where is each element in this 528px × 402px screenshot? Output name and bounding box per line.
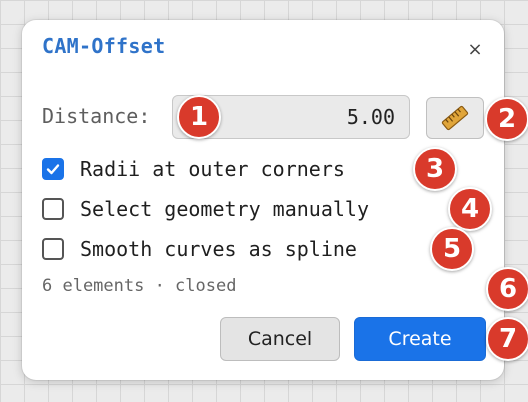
annotation-marker-2: 2 [485,97,528,141]
annotation-marker-7: 7 [486,317,528,361]
annotation-marker-1: 1 [177,95,221,139]
checkbox-unchecked[interactable] [42,198,64,220]
annotation-marker-4: 4 [448,187,492,231]
option-select-geometry-manually[interactable]: Select geometry manually [42,197,369,221]
dialog-title: CAM-Offset [42,34,166,58]
option-label: Select geometry manually [80,197,369,221]
close-icon[interactable]: × [462,36,488,62]
option-label: Radii at outer corners [80,157,345,181]
option-label: Smooth curves as spline [80,237,357,261]
distance-label: Distance: [42,104,151,128]
cam-offset-dialog: CAM-Offset × Distance: Radii at outer co… [22,20,504,380]
annotation-marker-5: 5 [430,227,474,271]
cancel-button[interactable]: Cancel [220,317,340,361]
option-radii-outer-corners[interactable]: Radii at outer corners [42,157,345,181]
ruler-icon [441,105,469,131]
pick-distance-button[interactable] [426,97,484,139]
checkmark-icon [46,164,60,175]
annotation-marker-6: 6 [486,267,528,311]
checkbox-unchecked[interactable] [42,238,64,260]
status-text: 6 elements · closed [42,276,237,296]
create-button[interactable]: Create [354,317,486,361]
annotation-marker-3: 3 [413,147,457,191]
option-smooth-curves-spline[interactable]: Smooth curves as spline [42,237,357,261]
checkbox-checked[interactable] [42,158,64,180]
